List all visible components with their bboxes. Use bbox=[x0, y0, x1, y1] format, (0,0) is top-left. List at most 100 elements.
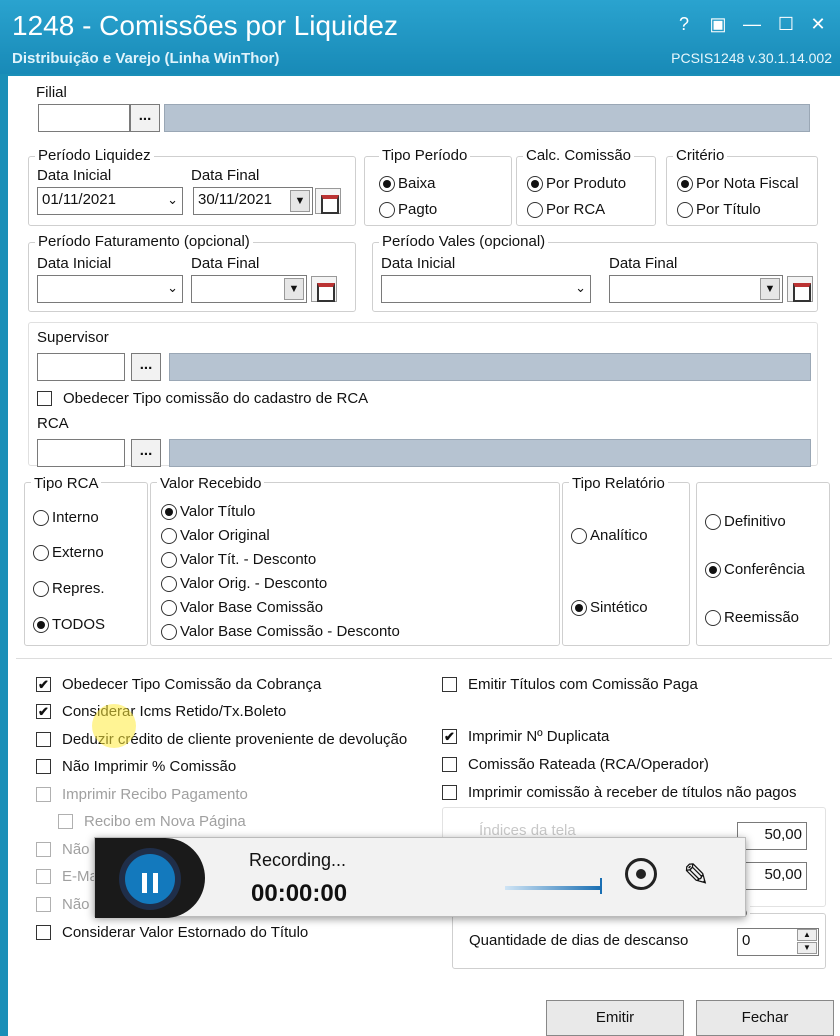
vales-data-final-field[interactable]: ▼ bbox=[609, 275, 783, 303]
dropdown-arrow-icon[interactable]: ▼ bbox=[760, 278, 780, 300]
radio-definitivo[interactable]: Definitivo bbox=[705, 513, 786, 530]
window-subtitle: Distribuição e Varejo (Linha WinThor) bbox=[12, 50, 280, 67]
chevron-down-icon[interactable]: ⌄ bbox=[167, 192, 178, 208]
check-comissao-rateada[interactable]: Comissão Rateada (RCA/Operador) bbox=[442, 756, 709, 773]
rca-label: RCA bbox=[37, 415, 69, 432]
pencil-icon[interactable]: ✎ bbox=[683, 856, 713, 894]
radio-conferencia[interactable]: Conferência bbox=[705, 561, 805, 578]
radio-interno[interactable]: Interno bbox=[33, 509, 99, 526]
periodo-liquidez-title: Período Liquidez bbox=[35, 147, 154, 164]
check-imprimir-duplicata[interactable]: ✔ Imprimir Nº Duplicata bbox=[442, 728, 609, 745]
radio-valor-base-comissao-desconto[interactable]: Valor Base Comissão - Desconto bbox=[161, 623, 400, 640]
rca-lookup-button[interactable]: ... bbox=[131, 439, 161, 467]
radio-label: Pagto bbox=[398, 201, 438, 218]
radio-por-produto[interactable]: Por Produto bbox=[527, 175, 626, 192]
filial-lookup-button[interactable]: ... bbox=[130, 104, 160, 132]
checkbox-label: Obedecer Tipo comissão do cadastro de RC… bbox=[63, 390, 369, 407]
rca-input[interactable] bbox=[37, 439, 125, 467]
indice-1-input[interactable]: 50,00 bbox=[737, 822, 807, 850]
spin-up-icon[interactable]: ▲ bbox=[797, 929, 817, 941]
calendar-icon[interactable] bbox=[787, 276, 813, 302]
minimize-icon[interactable]: — bbox=[740, 12, 764, 36]
vales-data-final-label: Data Final bbox=[609, 255, 678, 272]
checkbox-box bbox=[442, 785, 457, 800]
radio-repres[interactable]: Repres. bbox=[33, 580, 105, 597]
emitir-button[interactable]: Emitir bbox=[546, 1000, 684, 1036]
checkbox-label: Imprimir Nº Duplicata bbox=[468, 728, 610, 745]
radio-valor-original[interactable]: Valor Original bbox=[161, 527, 270, 544]
filial-input[interactable] bbox=[38, 104, 130, 132]
calendar-icon[interactable] bbox=[311, 276, 337, 302]
calendar-icon[interactable] bbox=[315, 188, 341, 214]
check-obedecer-tipo-cobranca[interactable]: ✔ Obedecer Tipo Comissão da Cobrança bbox=[36, 676, 321, 693]
checkbox-box bbox=[36, 842, 51, 857]
vales-data-inicial-field[interactable]: ⌄ bbox=[381, 275, 591, 303]
close-icon[interactable]: ✕ bbox=[806, 12, 830, 36]
check-considerar-valor-estornado[interactable]: Considerar Valor Estornado do Título bbox=[36, 924, 308, 941]
checkbox-label: Comissão Rateada (RCA/Operador) bbox=[468, 756, 709, 773]
radio-dot bbox=[705, 513, 721, 530]
fat-data-final-field[interactable]: ▼ bbox=[191, 275, 307, 303]
check-deduzir-credito[interactable]: Deduzir crédito de cliente proveniente d… bbox=[36, 731, 407, 748]
data-final-field[interactable]: 30/11/2021 ▼ bbox=[193, 187, 313, 215]
radio-label: Por Nota Fiscal bbox=[696, 175, 799, 192]
radio-por-rca[interactable]: Por RCA bbox=[527, 201, 605, 218]
restore-icon[interactable]: ▣ bbox=[706, 12, 730, 36]
checkbox-box: ✔ bbox=[36, 704, 51, 719]
supervisor-lookup-button[interactable]: ... bbox=[131, 353, 161, 381]
chevron-down-icon[interactable]: ⌄ bbox=[575, 280, 586, 296]
check-nao-imprimir-comissao[interactable]: Não Imprimir % Comissão bbox=[36, 758, 236, 775]
check-recibo-nova-pagina[interactable]: Recibo em Nova Página bbox=[58, 813, 246, 830]
dropdown-arrow-icon[interactable]: ▼ bbox=[284, 278, 304, 300]
chevron-down-icon[interactable]: ⌄ bbox=[167, 280, 178, 296]
help-icon[interactable]: ? bbox=[672, 12, 696, 36]
indice-2-input[interactable]: 50,00 bbox=[737, 862, 807, 890]
maximize-icon[interactable]: ☐ bbox=[774, 12, 798, 36]
data-inicial-field[interactable]: 01/11/2021 ⌄ bbox=[37, 187, 183, 215]
recording-timer: 00:00:00 bbox=[251, 880, 348, 907]
check-considerar-icms[interactable]: ✔ Considerar Icms Retido/Tx.Boleto bbox=[36, 703, 286, 720]
check-emitir-titulos-paga[interactable]: Emitir Títulos com Comissão Paga bbox=[442, 676, 698, 693]
radio-dot bbox=[161, 527, 177, 544]
check-email[interactable]: E-Ma bbox=[36, 868, 98, 885]
radio-analitico[interactable]: Analítico bbox=[571, 527, 648, 544]
radio-sintetico[interactable]: Sintético bbox=[571, 599, 648, 616]
radio-pagto[interactable]: Pagto bbox=[379, 201, 437, 218]
radio-dot bbox=[33, 509, 49, 526]
radio-label: Por Produto bbox=[546, 175, 627, 192]
radio-valor-orig-desconto[interactable]: Valor Orig. - Desconto bbox=[161, 575, 327, 592]
radio-label: Valor Título bbox=[180, 503, 256, 520]
checkbox-label: Recibo em Nova Página bbox=[84, 813, 246, 830]
radio-label: Conferência bbox=[724, 561, 805, 578]
fechar-button[interactable]: Fechar bbox=[696, 1000, 834, 1036]
radio-por-titulo[interactable]: Por Título bbox=[677, 201, 761, 218]
radio-por-nota-fiscal[interactable]: Por Nota Fiscal bbox=[677, 175, 799, 192]
radio-valor-tit-desconto[interactable]: Valor Tít. - Desconto bbox=[161, 551, 316, 568]
radio-valor-base-comissao[interactable]: Valor Base Comissão bbox=[161, 599, 323, 616]
radio-dot bbox=[161, 599, 177, 616]
check-imprimir-comissao-receber[interactable]: Imprimir comissão à receber de títulos n… bbox=[442, 784, 796, 801]
spin-down-icon[interactable]: ▼ bbox=[797, 942, 817, 954]
check-nao-1[interactable]: Não bbox=[36, 841, 90, 858]
radio-valor-titulo[interactable]: Valor Título bbox=[161, 503, 255, 520]
valor-recebido-title: Valor Recebido bbox=[157, 475, 265, 492]
check-nao-2[interactable]: Não bbox=[36, 896, 90, 913]
radio-label: Valor Base Comissão bbox=[180, 599, 324, 616]
dropdown-arrow-icon[interactable]: ▼ bbox=[290, 190, 310, 212]
radio-reemissao[interactable]: Reemissão bbox=[705, 609, 799, 626]
fat-data-inicial-field[interactable]: ⌄ bbox=[37, 275, 183, 303]
obedecer-tipo-rca-checkbox[interactable]: Obedecer Tipo comissão do cadastro de RC… bbox=[37, 390, 368, 407]
radio-externo[interactable]: Externo bbox=[33, 544, 104, 561]
checkbox-label: E-Ma bbox=[62, 868, 98, 885]
supervisor-input[interactable] bbox=[37, 353, 125, 381]
checkbox-box bbox=[442, 757, 457, 772]
periodo-faturamento-group: Período Faturamento (opcional) Data Inic… bbox=[28, 233, 356, 312]
radio-dot bbox=[705, 609, 721, 626]
radio-todos[interactable]: TODOS bbox=[33, 616, 105, 633]
webcam-icon[interactable] bbox=[625, 858, 657, 890]
audio-level-meter bbox=[505, 886, 601, 890]
radio-baixa[interactable]: Baixa bbox=[379, 175, 436, 192]
check-imprimir-recibo[interactable]: Imprimir Recibo Pagamento bbox=[36, 786, 248, 803]
filial-label: Filial bbox=[36, 84, 67, 101]
pause-button[interactable] bbox=[119, 848, 181, 910]
